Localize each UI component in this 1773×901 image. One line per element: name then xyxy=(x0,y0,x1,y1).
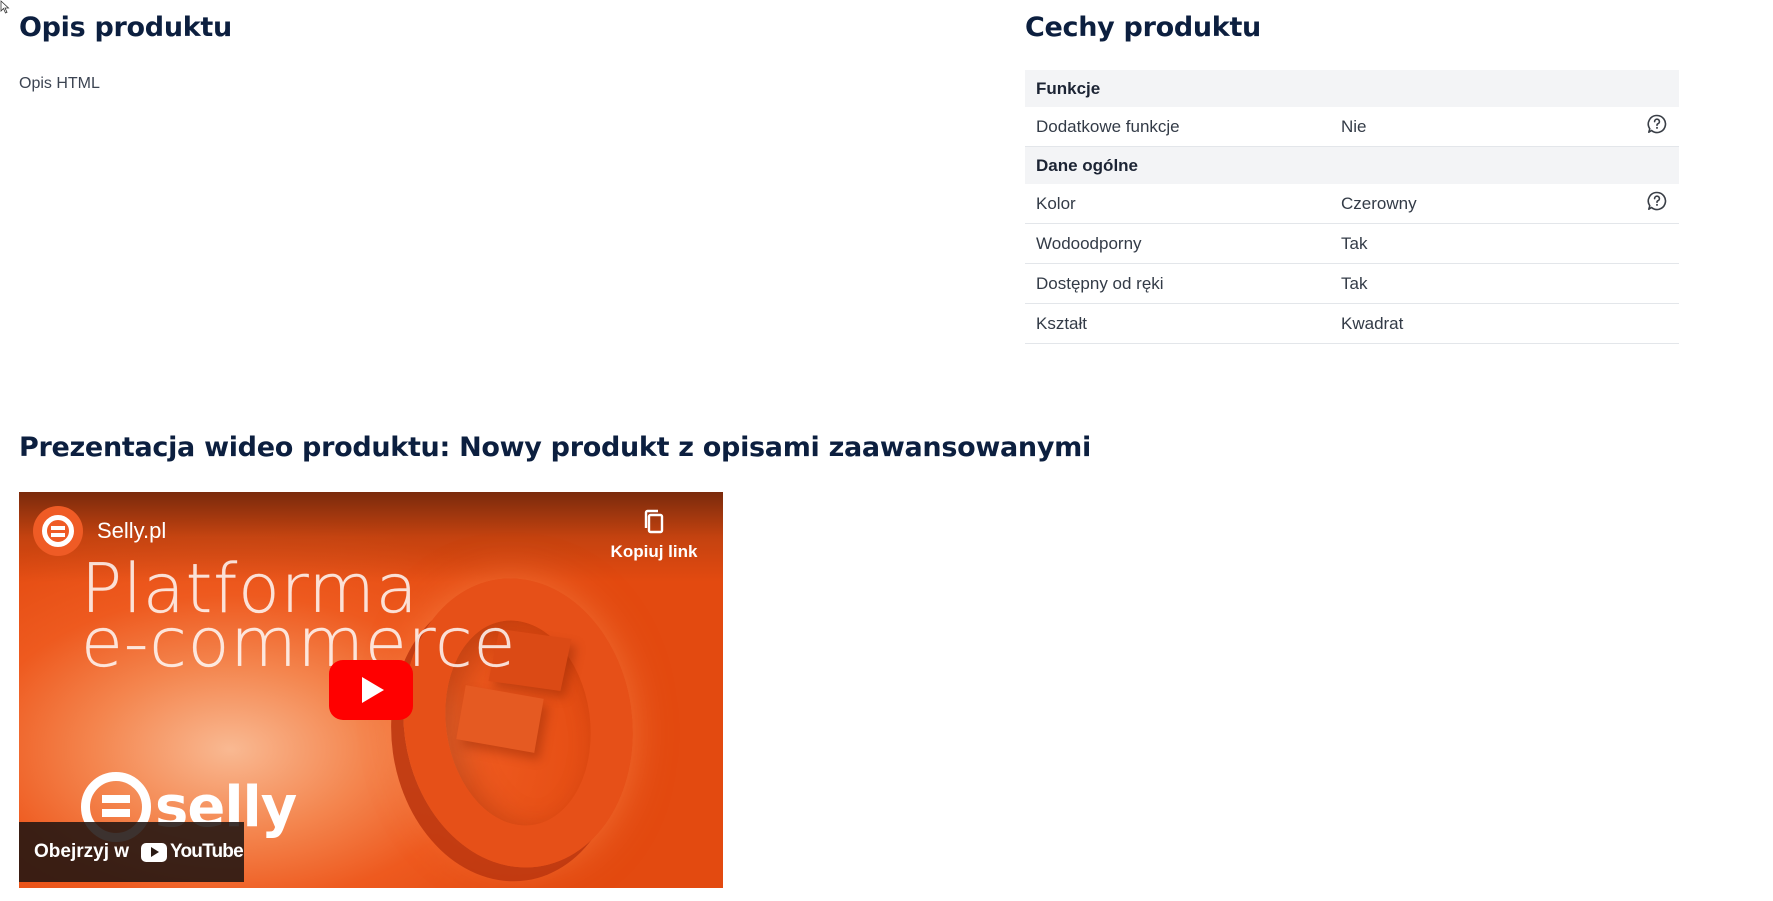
feature-group-header: Funkcje xyxy=(1025,70,1679,107)
channel-avatar[interactable] xyxy=(33,506,83,556)
copy-link-label: Kopiuj link xyxy=(610,542,698,561)
feature-name: Dodatkowe funkcje xyxy=(1036,116,1180,136)
video-channel-name[interactable]: Selly.pl xyxy=(97,518,166,544)
play-button[interactable] xyxy=(329,660,413,720)
thumbnail-headline-line2: e-commerce xyxy=(81,604,517,683)
feature-group-label: Funkcje xyxy=(1036,78,1101,98)
feature-row: Wodoodporny Tak xyxy=(1025,224,1679,264)
feature-row: Dostępny od ręki Tak xyxy=(1025,264,1679,304)
feature-group-header: Dane ogólne xyxy=(1025,147,1679,184)
feature-name: Kształt xyxy=(1036,313,1088,333)
feature-name: Dostępny od ręki xyxy=(1036,273,1164,293)
feature-value: Tak xyxy=(1341,273,1368,293)
copy-link-button[interactable]: Kopiuj link xyxy=(609,508,699,562)
video-section-title: Prezentacja wideo produktu: Nowy produkt… xyxy=(19,432,1091,463)
feature-row: Kolor Czerowny xyxy=(1025,184,1679,224)
feature-value: Nie xyxy=(1341,116,1367,136)
youtube-wordmark: YouTube xyxy=(170,841,244,862)
product-features-title: Cechy produktu xyxy=(1025,12,1261,43)
feature-value: Tak xyxy=(1341,233,1368,253)
feature-row: Dodatkowe funkcje Nie xyxy=(1025,107,1679,147)
mouse-cursor-icon xyxy=(0,0,10,14)
feature-row: Kształt Kwadrat xyxy=(1025,304,1679,344)
selly-mark-icon xyxy=(42,515,74,547)
feature-value: Kwadrat xyxy=(1341,313,1404,333)
question-bubble-icon[interactable] xyxy=(1647,191,1667,211)
watch-on-youtube-button[interactable]: Obejrzyj w YouTube xyxy=(19,822,244,882)
play-icon xyxy=(362,677,384,703)
product-description-title: Opis produktu xyxy=(19,12,232,43)
youtube-logo: YouTube xyxy=(141,841,244,863)
watch-on-label: Obejrzyj w xyxy=(34,841,130,862)
youtube-play-icon xyxy=(141,842,168,862)
youtube-video-embed[interactable]: Platforma e-commerce Selly.pl Kopiuj lin… xyxy=(19,492,723,888)
feature-group-label: Dane ogólne xyxy=(1036,155,1139,175)
feature-name: Wodoodporny xyxy=(1036,233,1142,253)
features-table: Funkcje Dodatkowe funkcje Nie Dane ogóln… xyxy=(1025,70,1679,344)
copy-icon xyxy=(644,509,664,534)
product-description-body: Opis HTML xyxy=(19,75,100,92)
question-bubble-icon[interactable] xyxy=(1647,114,1667,134)
feature-value: Czerowny xyxy=(1341,193,1417,213)
feature-name: Kolor xyxy=(1036,193,1076,213)
